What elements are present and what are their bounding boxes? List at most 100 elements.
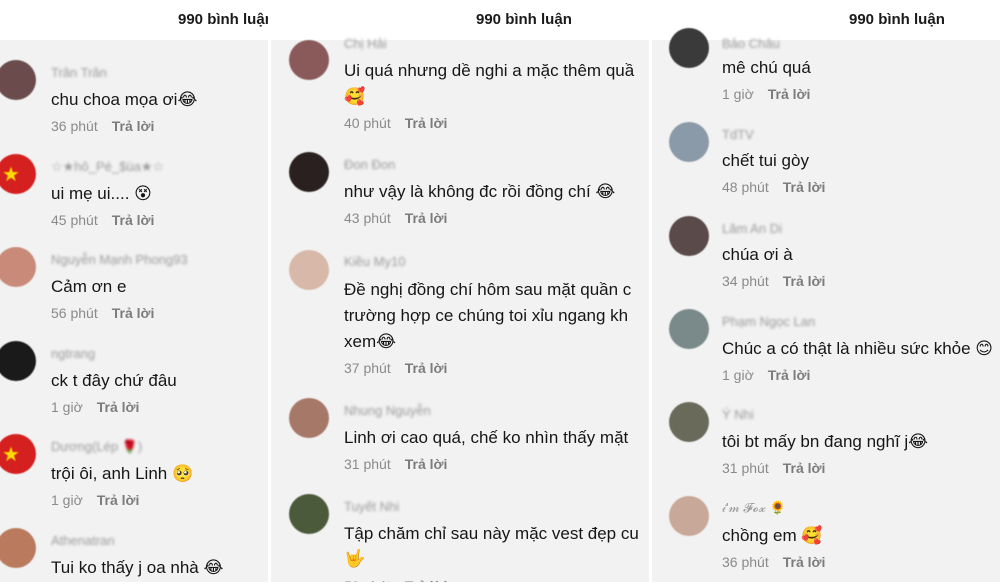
comment-text: ui mẹ ui.... 😵 bbox=[51, 184, 152, 203]
comment-username[interactable]: Kiều My10 bbox=[344, 254, 405, 269]
comment-time: 31 phút bbox=[722, 460, 769, 476]
avatar[interactable]: ★ bbox=[0, 154, 36, 194]
reply-button[interactable]: Trả lời bbox=[112, 118, 155, 134]
comment-count-title: 990 bình luận bbox=[476, 11, 572, 28]
comment-time: 1 giờ bbox=[722, 86, 754, 102]
comment-username[interactable]: Bảo Châu bbox=[722, 36, 780, 51]
avatar[interactable] bbox=[289, 398, 329, 438]
reply-button[interactable]: Trả lời bbox=[783, 460, 826, 476]
comment-meta: 1 giờ Trả lời bbox=[51, 492, 139, 508]
avatar[interactable] bbox=[0, 528, 36, 568]
reply-button[interactable]: Trả lời bbox=[783, 273, 826, 289]
comment-username[interactable]: Lâm An Di bbox=[722, 221, 782, 236]
comment-username[interactable]: Ý Nhi bbox=[722, 407, 754, 422]
comment-meta: 1 giờ Trả lời bbox=[51, 399, 139, 415]
comment-text: tôi bt mấy bn đang nghĩ j😂 bbox=[722, 432, 929, 451]
comment-time: 40 phút bbox=[344, 115, 391, 131]
comment-username[interactable]: Trân Trân bbox=[51, 65, 107, 80]
reply-button[interactable]: Trả lời bbox=[112, 305, 155, 321]
avatar[interactable] bbox=[289, 250, 329, 290]
comment-time: 34 phút bbox=[722, 273, 769, 289]
comment-meta: 34 phút Trả lời bbox=[722, 273, 825, 289]
comment-time: 1 giờ bbox=[51, 399, 83, 415]
panel-header: 990 bình luận bbox=[271, 0, 649, 40]
comment-time: 45 phút bbox=[51, 212, 98, 228]
comments-panel-3: 990 bình luận Bảo Châu mê chú quá 1 giờ T… bbox=[652, 0, 1000, 588]
comment-username[interactable]: TdTV bbox=[722, 127, 754, 142]
reply-button[interactable]: Trả lời bbox=[405, 456, 448, 472]
comment-text: chồng em 🥰 bbox=[722, 526, 823, 545]
reply-button[interactable]: Trả lời bbox=[783, 554, 826, 570]
comment-time: 1 giờ bbox=[51, 492, 83, 508]
comment-username[interactable]: ☆★hô_Pé_$üa★☆ bbox=[51, 159, 164, 175]
reply-button[interactable]: Trả lời bbox=[97, 492, 140, 508]
comment-text-line-2: 🥰 bbox=[344, 87, 366, 106]
comment-time: 36 phút bbox=[51, 118, 98, 134]
comment-time: 31 phút bbox=[344, 456, 391, 472]
comment-time: 37 phút bbox=[344, 360, 391, 376]
comment-username[interactable]: 𝒾'𝓂 𝓕𝓸𝔁 🌻 bbox=[722, 500, 786, 516]
reply-button[interactable]: Trả lời bbox=[97, 399, 140, 415]
comment-meta: 36 phút Trả lời bbox=[722, 554, 825, 570]
comment-text: trội ôi, anh Linh 🥺 bbox=[51, 464, 194, 483]
comment-username[interactable]: ngtrang bbox=[51, 346, 95, 361]
avatar[interactable] bbox=[289, 494, 329, 534]
comment-meta: 37 phút Trả lời bbox=[344, 360, 447, 376]
comment-meta: 40 phút Trả lời bbox=[344, 115, 447, 131]
comment-username[interactable]: Nguyễn Mạnh Phong93 bbox=[51, 252, 188, 267]
comment-meta: 36 phút Trả lời bbox=[51, 118, 154, 134]
avatar[interactable] bbox=[0, 60, 36, 100]
comment-text: Cảm ơn e bbox=[51, 277, 127, 296]
reply-button[interactable]: Trả lời bbox=[112, 212, 155, 228]
reply-button[interactable]: Trả lời bbox=[405, 115, 448, 131]
comment-time: 43 phút bbox=[344, 210, 391, 226]
comment-meta: 1 giờ Trả lời bbox=[722, 367, 810, 383]
comment-time: 1 giờ bbox=[722, 367, 754, 383]
comment-username[interactable]: Phạm Ngọc Lan bbox=[722, 314, 815, 329]
comment-meta: 43 phút Trả lời bbox=[344, 210, 447, 226]
panel-header: 990 bình luận bbox=[0, 0, 268, 40]
avatar[interactable] bbox=[669, 496, 709, 536]
comment-meta: 31 phút Trả lời bbox=[344, 456, 447, 472]
bottom-border bbox=[0, 582, 1000, 588]
comment-text: Tui ko thấy j oa nhà 😂 bbox=[51, 558, 224, 577]
comment-text-line-2: trường hợp ce chúng toi xỉu ngang kh bbox=[344, 306, 629, 325]
avatar[interactable] bbox=[669, 122, 709, 162]
avatar[interactable] bbox=[0, 341, 36, 381]
comments-panel-1: 990 bình luận Trân Trân chu choa mọa ơi😂… bbox=[0, 0, 268, 588]
avatar[interactable] bbox=[669, 402, 709, 442]
avatar[interactable] bbox=[289, 152, 329, 192]
comment-text: Ui quá nhưng dề nghi a mặc thêm quầ bbox=[344, 61, 635, 80]
comment-text-line-3: xem😂 bbox=[344, 332, 396, 351]
comment-count-title: 990 bình luận bbox=[849, 11, 945, 28]
comment-text: Đề nghị đồng chí hôm sau mặt quần c bbox=[344, 280, 632, 299]
comment-text: chết tui gòy bbox=[722, 151, 809, 170]
avatar[interactable] bbox=[669, 28, 709, 68]
comment-text: mê chú quá bbox=[722, 58, 811, 77]
avatar[interactable] bbox=[669, 309, 709, 349]
comment-username[interactable]: Dương(Lép 🌹) bbox=[51, 439, 142, 455]
comment-text: như vậy là không đc rồi đồng chí 😂 bbox=[344, 182, 616, 201]
comment-username[interactable]: Chị Hải bbox=[344, 36, 387, 51]
reply-button[interactable]: Trả lời bbox=[768, 86, 811, 102]
star-icon: ★ bbox=[2, 164, 20, 186]
comment-text: Chúc a có thật là nhiều sức khỏe 😊 bbox=[722, 339, 994, 358]
comment-meta: 48 phút Trả lời bbox=[722, 179, 825, 195]
comment-time: 48 phút bbox=[722, 179, 769, 195]
avatar[interactable] bbox=[0, 247, 36, 287]
reply-button[interactable]: Trả lời bbox=[768, 367, 811, 383]
comment-username[interactable]: Athenatran bbox=[51, 533, 115, 548]
reply-button[interactable]: Trả lời bbox=[405, 210, 448, 226]
reply-button[interactable]: Trả lời bbox=[783, 179, 826, 195]
comment-text-line-2: 🤟 bbox=[344, 549, 366, 568]
comment-meta: 45 phút Trả lời bbox=[51, 212, 154, 228]
avatar[interactable] bbox=[289, 40, 329, 80]
avatar[interactable] bbox=[669, 216, 709, 256]
comment-time: 36 phút bbox=[722, 554, 769, 570]
comment-username[interactable]: Nhung Nguyễn bbox=[344, 403, 431, 418]
avatar[interactable]: ★ bbox=[0, 434, 36, 474]
comment-text: Tập chăm chỉ sau này mặc vest đẹp cu bbox=[344, 524, 639, 543]
comment-username[interactable]: Tuyết Nhi bbox=[344, 499, 399, 514]
reply-button[interactable]: Trả lời bbox=[405, 360, 448, 376]
comment-username[interactable]: Đon Đon bbox=[344, 157, 395, 172]
